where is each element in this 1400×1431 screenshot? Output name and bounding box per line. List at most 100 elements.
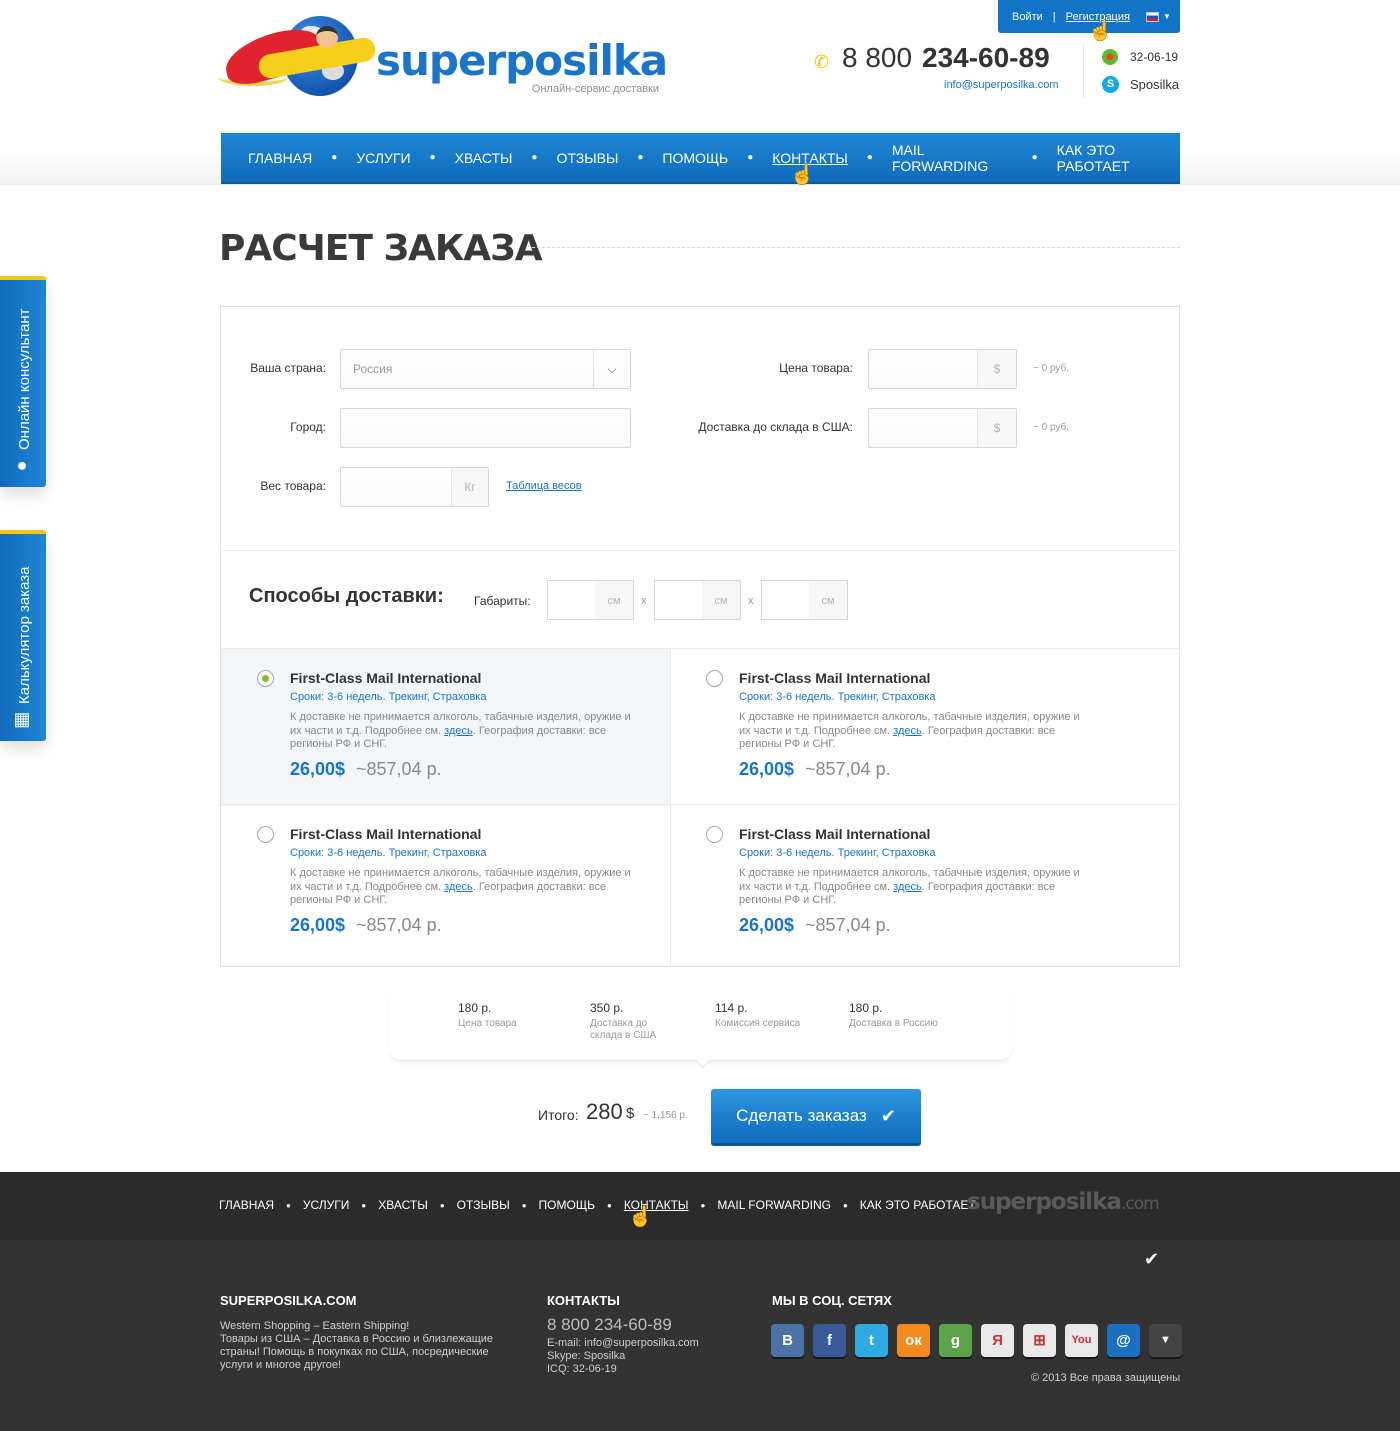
footer-nav-item[interactable]: MAIL FORWARDING (717, 1198, 831, 1212)
delivery-price-usd: 26,00$ (739, 915, 795, 935)
dim-unit: см (809, 581, 847, 619)
place-order-button[interactable]: Сделать заказаз ✔ (711, 1089, 921, 1143)
footer-nav-separator: ● (361, 1200, 367, 1210)
phone-icon: ✆ (814, 52, 830, 72)
delivery-description: К доставке не принимается алкоголь, таба… (739, 711, 1084, 752)
delivery-option[interactable]: First-Class Mail International Сроки: 3-6… (221, 649, 670, 806)
details-link[interactable]: здесь (893, 725, 922, 737)
nav-item[interactable]: ГЛАВНАЯ (248, 150, 312, 166)
footer-logo-main: superposilka (967, 1189, 1122, 1215)
nav-item[interactable]: ХВАСТЫ (455, 150, 513, 166)
summary-item: 180 р. Цена товара (458, 1001, 538, 1030)
dimensions-label: Габариты: (474, 594, 531, 608)
footer-nav-item[interactable]: УСЛУГИ (303, 1198, 350, 1212)
footer-nav-item[interactable]: ПОМОЩЬ (539, 1198, 595, 1212)
online-consultant-label: Онлайн консультант (16, 308, 33, 451)
delivery-radio[interactable] (257, 670, 274, 687)
dim-unit: см (702, 581, 740, 619)
twitter-icon[interactable]: t (855, 1324, 888, 1357)
weights-table-link[interactable]: Таблица весов (506, 480, 582, 492)
order-summary: 180 р. Цена товара 350 р. Доставка до ск… (388, 990, 1013, 1069)
russian-flag-icon[interactable] (1145, 11, 1159, 22)
delivery-radio[interactable] (706, 826, 723, 843)
page-title: РАСЧЕТ ЗАКАЗА (219, 228, 543, 269)
footer-nav-item[interactable]: КАК ЭТО РАБОТАЕТ (860, 1198, 976, 1212)
price-input[interactable]: $ (868, 349, 1017, 389)
account-separator: | (1052, 10, 1056, 23)
country-select[interactable]: Россия ⌵ (340, 349, 631, 389)
weight-input[interactable]: Кг (340, 467, 489, 507)
footer-logo[interactable]: superposilka.com (967, 1189, 1160, 1215)
footer-nav-item[interactable]: ХВАСТЫ (378, 1198, 428, 1212)
google-icon[interactable]: g (939, 1324, 972, 1357)
dim-separator: х (641, 595, 647, 607)
more-icon[interactable]: ▼ (1149, 1324, 1182, 1357)
nav-item[interactable]: УСЛУГИ (356, 150, 410, 166)
mail-ru-icon[interactable]: @ (1107, 1324, 1140, 1357)
nav-item[interactable]: ОТЗЫВЫ (556, 150, 618, 166)
delivery-price-usd: 26,00$ (739, 759, 795, 779)
total-rub: ~ 1,156 р. (643, 1110, 688, 1121)
about-title: SUPERPOSILKA.COM (220, 1293, 357, 1308)
price-unit: $ (977, 350, 1016, 388)
delivery-name: First-Class Mail International (290, 670, 482, 686)
delivery-price-usd: 26,00$ (290, 915, 346, 935)
online-consultant-tab[interactable]: Онлайн консультант ● (0, 276, 46, 487)
delivery-description: К доставке не принимается алкоголь, таба… (290, 867, 635, 908)
order-calculator-tab[interactable]: Калькулятор заказа ▦ (0, 530, 46, 741)
us-delivery-approx: ~ 0 руб. (1033, 422, 1070, 433)
odnoklassniki-icon[interactable]: ок (897, 1324, 930, 1357)
person-icon: ● (16, 455, 28, 475)
logo[interactable]: superposilka Онлайн-сервис доставки (218, 14, 668, 104)
youtube-icon[interactable]: You (1065, 1324, 1098, 1357)
yandex-icon[interactable]: Я (981, 1324, 1014, 1357)
city-input[interactable] (340, 408, 631, 448)
delivery-radio[interactable] (257, 826, 274, 843)
header-email-link[interactable]: info@superposilka.com (944, 79, 1059, 91)
about-line: Western Shopping – Eastern Shipping! (220, 1320, 410, 1332)
delivery-terms: Сроки: 3-6 недель. Трекинг, Страховка (739, 691, 936, 703)
delivery-option[interactable]: First-Class Mail International Сроки: 3-6… (670, 805, 1179, 962)
site-header: superposilka Онлайн-сервис доставки Войт… (0, 0, 1400, 186)
vk-icon[interactable]: B (771, 1324, 804, 1357)
footer-email[interactable]: E-mail: info@superposilka.com (547, 1337, 699, 1350)
login-link[interactable]: Войти (1012, 11, 1043, 23)
weight-label: Вес товара: (260, 479, 326, 493)
footer-nav-separator: ● (606, 1200, 612, 1210)
footer-nav-separator: ● (842, 1200, 848, 1210)
footer-nav-item[interactable]: ОТЗЫВЫ (457, 1198, 510, 1212)
chevron-down-icon[interactable]: ▼ (1163, 12, 1171, 21)
details-link[interactable]: здесь (444, 725, 473, 737)
hand-cursor-icon: ☝ (628, 1206, 653, 1228)
height-input[interactable]: см (761, 580, 848, 620)
us-delivery-input[interactable]: $ (868, 408, 1017, 448)
nav-separator: ● (1031, 152, 1038, 163)
us-delivery-unit: $ (977, 409, 1016, 447)
footer-nav-separator: ● (439, 1200, 445, 1210)
summary-item: 180 р. Доставка в Россию (849, 1001, 949, 1030)
price-label: Цена товара: (779, 361, 853, 375)
length-input[interactable]: см (547, 580, 634, 620)
nav-item[interactable]: ПОМОЩЬ (662, 150, 728, 166)
hand-cursor-icon: ☝ (790, 164, 815, 186)
nav-separator: ● (866, 152, 873, 163)
footer-nav-item[interactable]: ГЛАВНАЯ (219, 1198, 274, 1212)
details-link[interactable]: здесь (893, 881, 922, 893)
nav-item[interactable]: MAIL FORWARDING (892, 142, 1013, 174)
details-link[interactable]: здесь (444, 881, 473, 893)
site-footer: ✔ SUPERPOSILKA.COM Western Shopping – Ea… (0, 1240, 1400, 1431)
windows-live-icon[interactable]: ⊞ (1023, 1324, 1056, 1357)
delivery-radio[interactable] (706, 670, 723, 687)
delivery-option[interactable]: First-Class Mail International Сроки: 3-6… (221, 805, 670, 962)
delivery-price-rub: ~857,04 р. (356, 759, 442, 779)
facebook-icon[interactable]: f (813, 1324, 846, 1357)
width-input[interactable]: см (654, 580, 741, 620)
phone-number: 234-60-89 (922, 42, 1050, 73)
chevron-down-icon[interactable]: ⌵ (593, 350, 630, 388)
delivery-option[interactable]: First-Class Mail International Сроки: 3-6… (670, 649, 1179, 806)
social-title: МЫ В СОЦ. СЕТЯХ (772, 1293, 892, 1308)
icq-icon (1102, 49, 1118, 65)
nav-item[interactable]: КАК ЭТО РАБОТАЕТ (1057, 142, 1180, 174)
delivery-price-rub: ~857,04 р. (805, 915, 891, 935)
footer-phone: 8 800 234-60-89 (547, 1315, 672, 1334)
